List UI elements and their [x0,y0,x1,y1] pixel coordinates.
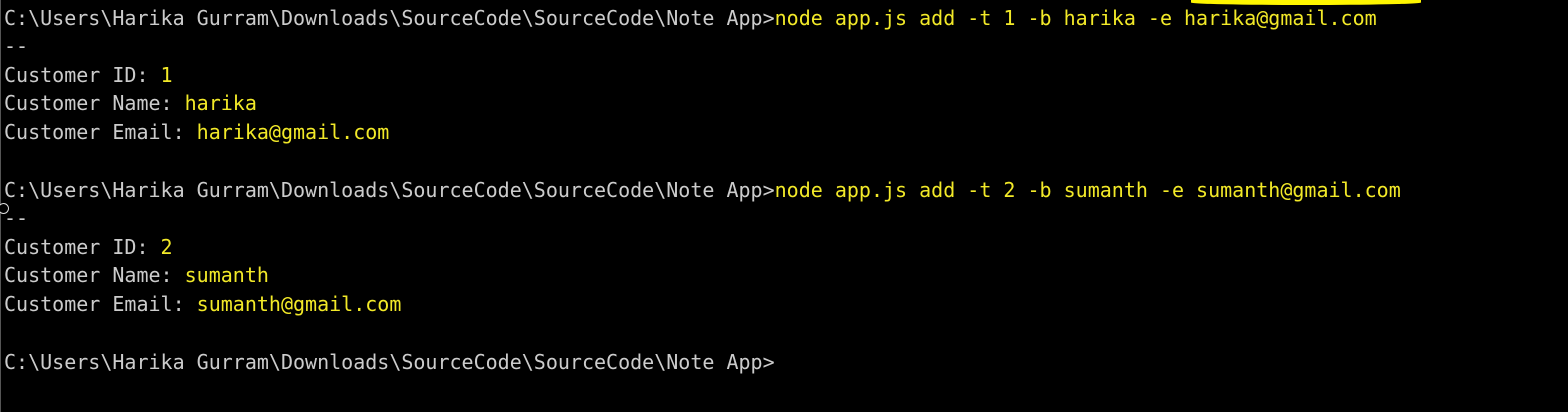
customer-name-value: sumanth [184,263,269,287]
customer-id-label: Customer ID: [4,63,161,87]
prompt-text: C:\Users\Harika Gurram\Downloads\SourceC… [4,178,775,202]
customer-id-line: Customer ID: 1 [4,61,173,89]
customer-email-value: sumanth@gmail.com [196,292,402,316]
customer-name-line: Customer Name: sumanth [4,261,269,289]
customer-id-value: 1 [160,63,173,87]
customer-email-line: Customer Email: sumanth@gmail.com [4,290,401,318]
customer-name-line: Customer Name: harika [4,89,257,117]
customer-id-label: Customer ID: [4,235,161,259]
terminal-window[interactable]: C:\Users\Harika Gurram\Downloads\SourceC… [0,0,1568,412]
current-prompt-line[interactable]: C:\Users\Harika Gurram\Downloads\SourceC… [4,348,775,376]
customer-email-label: Customer Email: [4,292,197,316]
customer-name-value: harika [184,91,257,115]
prompt-text: C:\Users\Harika Gurram\Downloads\SourceC… [4,6,775,30]
command-text: node app.js add -t 2 -b sumanth -e suman… [774,178,1401,202]
prompt-text: C:\Users\Harika Gurram\Downloads\SourceC… [4,350,775,374]
customer-email-value: harika@gmail.com [196,120,390,144]
customer-id-value: 2 [160,235,173,259]
customer-name-label: Customer Name: [4,91,185,115]
separator-line: -- [4,34,29,58]
command-text: node app.js add -t 1 -b harika -e harika… [774,6,1377,30]
customer-name-label: Customer Name: [4,263,185,287]
command-line-2: C:\Users\Harika Gurram\Downloads\SourceC… [4,176,1401,204]
customer-email-line: Customer Email: harika@gmail.com [4,118,389,146]
command-line-1: C:\Users\Harika Gurram\Downloads\SourceC… [4,4,1377,32]
customer-id-line: Customer ID: 2 [4,233,173,261]
customer-email-label: Customer Email: [4,120,197,144]
